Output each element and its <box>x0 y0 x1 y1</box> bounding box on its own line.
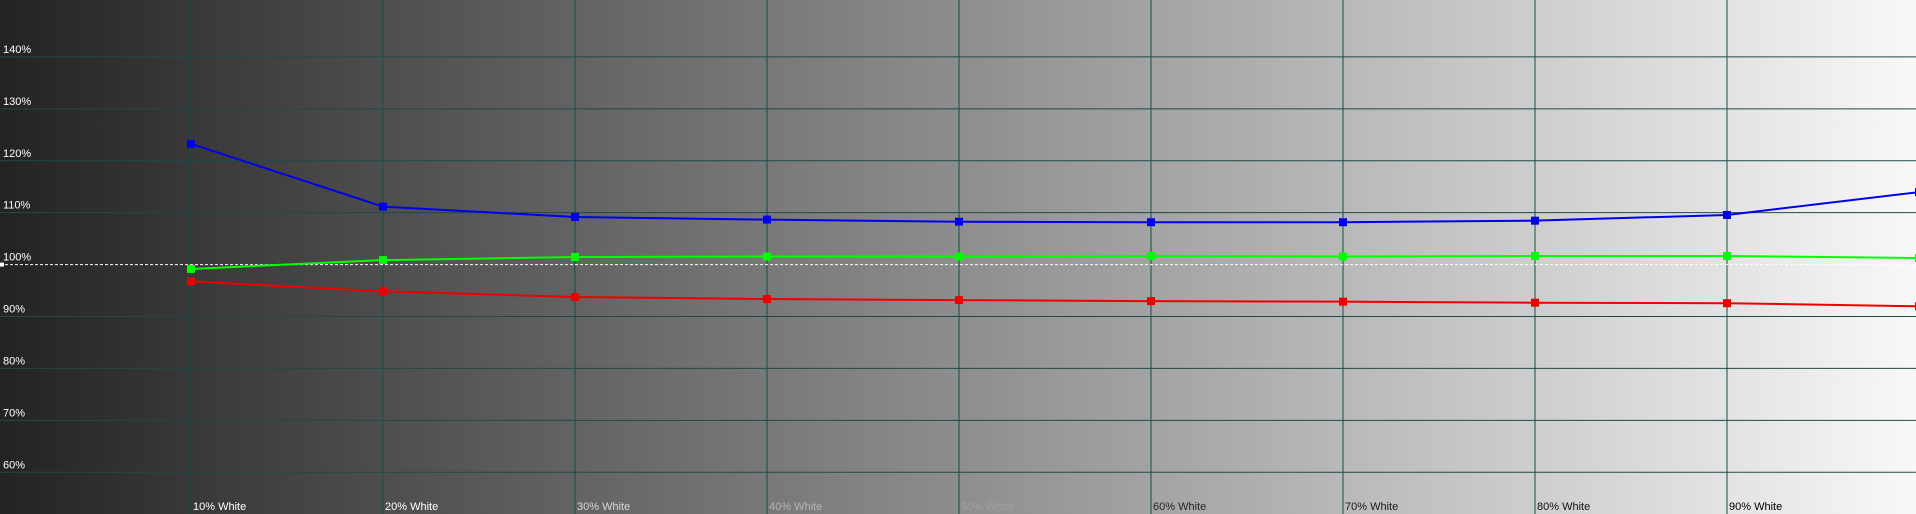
x-tick-label-0: 10% White <box>193 501 246 513</box>
series-0-point-0 <box>187 139 195 148</box>
series-0-point-4 <box>955 217 963 226</box>
y-tick-label-4: 100% <box>3 252 31 264</box>
series-1-point-1 <box>379 256 387 265</box>
series-1-point-2 <box>571 253 579 261</box>
series-0-point-2 <box>571 213 579 222</box>
x-tick-label-4: 50% White <box>961 501 1014 513</box>
series-2-point-7 <box>1531 298 1539 307</box>
series-2-point-0 <box>187 277 195 286</box>
x-tick-label-1: 20% White <box>385 501 438 513</box>
series-1-point-3 <box>763 252 771 261</box>
x-tick-label-7: 80% White <box>1537 501 1590 513</box>
series-2-point-1 <box>379 287 387 296</box>
x-tick-label-3: 40% White <box>769 501 822 513</box>
series-1-point-0 <box>187 264 195 273</box>
y-tick-label-8: 140% <box>3 44 31 56</box>
x-tick-label-2: 30% White <box>577 501 630 513</box>
series-0-point-3 <box>763 215 771 224</box>
y-tick-label-5: 110% <box>3 200 31 212</box>
y-tick-label-0: 60% <box>3 459 25 471</box>
series-0-point-1 <box>379 202 387 211</box>
series-0-point-8 <box>1723 210 1731 219</box>
x-tick-label-6: 70% White <box>1345 501 1398 513</box>
series-1-point-6 <box>1339 252 1347 261</box>
series-2-point-3 <box>763 295 771 304</box>
series-1-point-7 <box>1531 251 1539 260</box>
series-2-point-6 <box>1339 297 1347 306</box>
series-2-point-2 <box>571 292 579 301</box>
x-tick-label-8: 90% White <box>1729 501 1782 513</box>
series-1-point-8 <box>1723 251 1731 260</box>
y-tick-label-1: 70% <box>3 407 25 419</box>
x-tick-label-5: 60% White <box>1153 501 1206 513</box>
y-tick-label-6: 120% <box>3 148 31 160</box>
y-tick-label-2: 80% <box>3 355 25 367</box>
rgb-balance-chart: 60% 70% 80% 90% 100% 110% 120% 130% 140% 10% Whi… <box>0 0 1916 514</box>
series-0-point-6 <box>1339 218 1347 227</box>
series-0-point-5 <box>1147 218 1155 227</box>
series-1-point-5 <box>1147 251 1155 260</box>
series-2-point-5 <box>1147 297 1155 306</box>
y-tick-label-7: 130% <box>3 96 31 108</box>
y-tick-label-3: 90% <box>3 304 25 316</box>
series-0-point-7 <box>1531 216 1539 225</box>
series-2-point-4 <box>955 296 963 305</box>
series-2-point-8 <box>1723 299 1731 308</box>
series-1-point-4 <box>955 252 963 261</box>
